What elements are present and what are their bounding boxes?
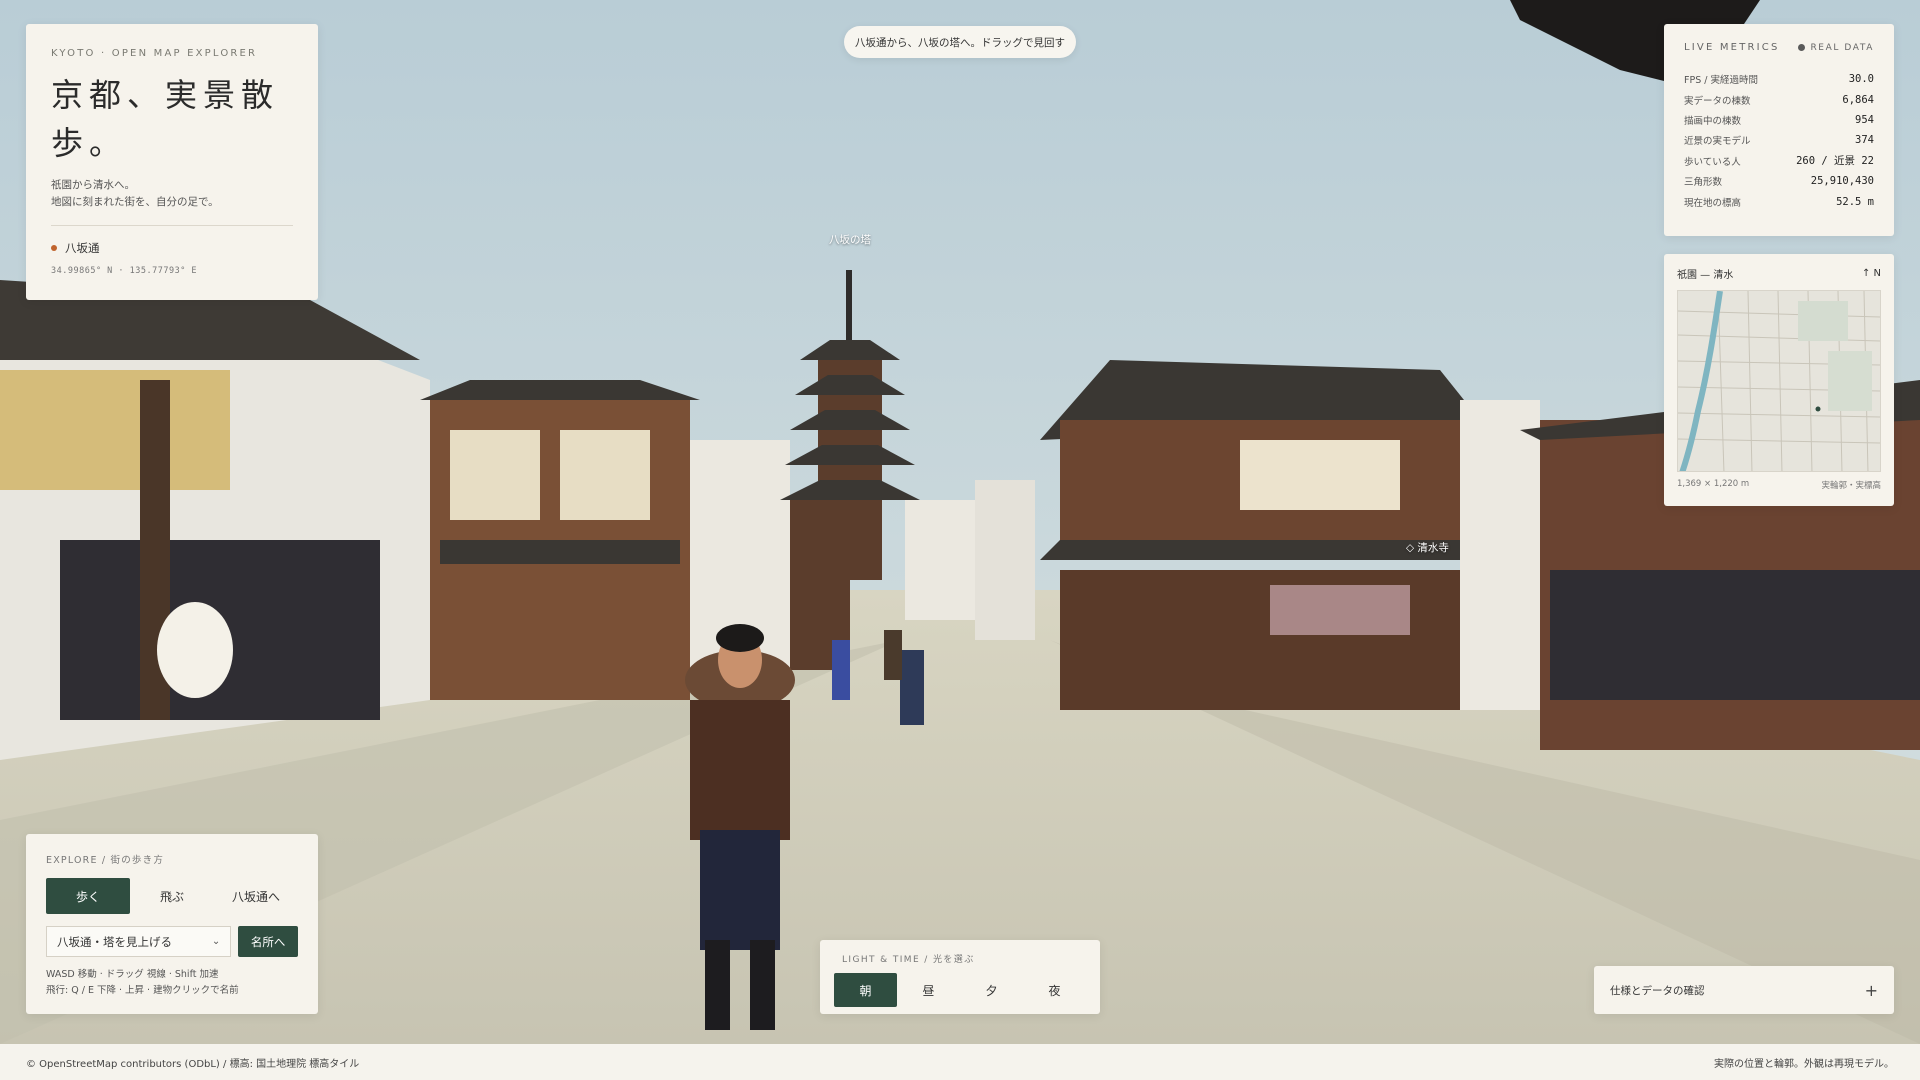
metric-value: 374 [1855,134,1874,147]
title-panel: KYOTO · OPEN MAP EXPLORER 京都、実景散歩。 祇園から清… [26,24,318,300]
temple-label-text: 清水寺 [1417,542,1449,554]
time-of-day-tabs: 朝 昼 夕 夜 [834,973,1086,1007]
temple-label[interactable]: ◇ 清水寺 [1406,540,1449,555]
footer: © OpenStreetMap contributors (ODbL) / 標高… [0,1044,1920,1080]
subtitle-line-1: 祇園から清水へ。 [51,179,135,191]
go-to-landmark-button[interactable]: 名所へ [238,926,298,957]
explore-title: EXPLORE / 街の歩き方 [46,855,165,866]
location-name: 八坂通 [65,241,100,255]
walk-mode-button[interactable]: 歩く [46,878,130,914]
noon-button[interactable]: 昼 [897,973,960,1007]
real-data-label: REAL DATA [1810,42,1874,53]
disclaimer: 実際の位置と輪郭。外観は再現モデル。 [1714,1058,1894,1070]
navigation-hint: 八坂通から、八坂の塔へ。ドラッグで見回す [844,26,1076,58]
minimap-legend: 実輪郭・実標高 [1821,481,1881,491]
north-arrow-icon: ↑ N [1861,268,1881,279]
metric-label: 歩いている人 [1684,156,1741,168]
morning-button[interactable]: 朝 [834,973,897,1007]
go-yasaka-button[interactable]: 八坂通へ [214,878,298,914]
diamond-marker-icon: ◇ [1406,542,1415,554]
location-coordinates: 34.99865° N · 135.77793° E [51,266,198,276]
status-dot-icon [1798,44,1806,51]
metric-value: 6,864 [1842,93,1874,106]
metric-row: 歩いている人 260 / 近景 22 [1684,151,1874,171]
metric-label: FPS / 実経過時間 [1684,75,1758,87]
subtitle-line-2: 地図に刻まれた街を、自分の足で。 [51,196,219,208]
explore-panel: EXPLORE / 街の歩き方 歩く 飛ぶ 八坂通へ 八坂通・塔を見上げる ⌄ … [26,834,318,1014]
spec-label: 仕様とデータの確認 [1610,984,1705,997]
current-location: 八坂通 [51,240,293,256]
metrics-list: FPS / 実経過時間 30.0 実データの棟数 6,864 描画中の棟数 95… [1684,69,1874,212]
app-eyebrow: KYOTO · OPEN MAP EXPLORER [51,48,258,59]
night-button[interactable]: 夜 [1023,973,1086,1007]
plus-icon: + [1864,980,1878,1000]
minimap-panel: 祇園 — 清水 ↑ N 1,369 × 1,220 m 実輪郭・実標高 [1664,254,1894,506]
metric-value: 260 / 近景 22 [1796,155,1874,168]
real-data-badge: REAL DATA [1798,43,1874,53]
spec-accordion[interactable]: 仕様とデータの確認 + [1594,966,1894,1014]
controls-help-line-1: WASD 移動 · ドラッグ 視線 · Shift 加速 [46,969,219,980]
metric-row: 現在地の標高 52.5 m [1684,191,1874,211]
pagoda-label[interactable]: 八坂の塔 [829,232,871,247]
metric-row: 実データの棟数 6,864 [1684,89,1874,109]
light-time-title: LIGHT & TIME / 光を選ぶ [842,955,975,965]
metric-value: 52.5 m [1836,195,1874,208]
evening-button[interactable]: 夕 [960,973,1023,1007]
mode-tabs: 歩く 飛ぶ 八坂通へ [46,878,298,914]
minimap-title: 祇園 — 清水 [1677,270,1734,281]
metric-label: 近景の実モデル [1684,136,1751,148]
metric-row: 近景の実モデル 374 [1684,130,1874,150]
metric-row: FPS / 実経過時間 30.0 [1684,69,1874,89]
controls-help: WASD 移動 · ドラッグ 視線 · Shift 加速 飛行: Q / E 下… [46,967,298,999]
metric-value: 30.0 [1848,73,1874,86]
metric-value: 25,910,430 [1810,175,1874,188]
subtitle: 祇園から清水へ。 地図に刻まれた街を、自分の足で。 [51,177,293,211]
metric-value: 954 [1855,113,1874,126]
landmark-select[interactable]: 八坂通・塔を見上げる ⌄ [46,926,232,957]
minimap-canvas[interactable] [1677,290,1881,472]
metric-label: 現在地の標高 [1684,197,1742,209]
fly-mode-button[interactable]: 飛ぶ [130,878,214,914]
live-metrics-panel: LIVE METRICS REAL DATA FPS / 実経過時間 30.0 … [1664,24,1894,236]
landmark-select-value: 八坂通・塔を見上げる [57,934,172,949]
metric-label: 実データの棟数 [1684,95,1751,107]
minimap-graphic [1678,291,1880,471]
chevron-down-icon: ⌄ [211,936,221,947]
page-title: 京都、実景散歩。 [51,76,280,162]
metric-label: 三角形数 [1684,177,1723,189]
metric-row: 三角形数 25,910,430 [1684,171,1874,191]
minimap-dimensions: 1,369 × 1,220 m [1677,479,1750,489]
attribution: © OpenStreetMap contributors (ODbL) / 標高… [26,1058,360,1070]
light-time-panel: LIGHT & TIME / 光を選ぶ 朝 昼 夕 夜 [820,940,1100,1014]
divider [51,225,293,226]
metrics-title: LIVE METRICS [1684,42,1780,53]
metric-row: 描画中の棟数 954 [1684,110,1874,130]
location-dot-icon [51,245,57,251]
metric-label: 描画中の棟数 [1684,115,1742,127]
controls-help-line-2: 飛行: Q / E 下降 · 上昇 · 建物クリックで名前 [46,985,239,996]
